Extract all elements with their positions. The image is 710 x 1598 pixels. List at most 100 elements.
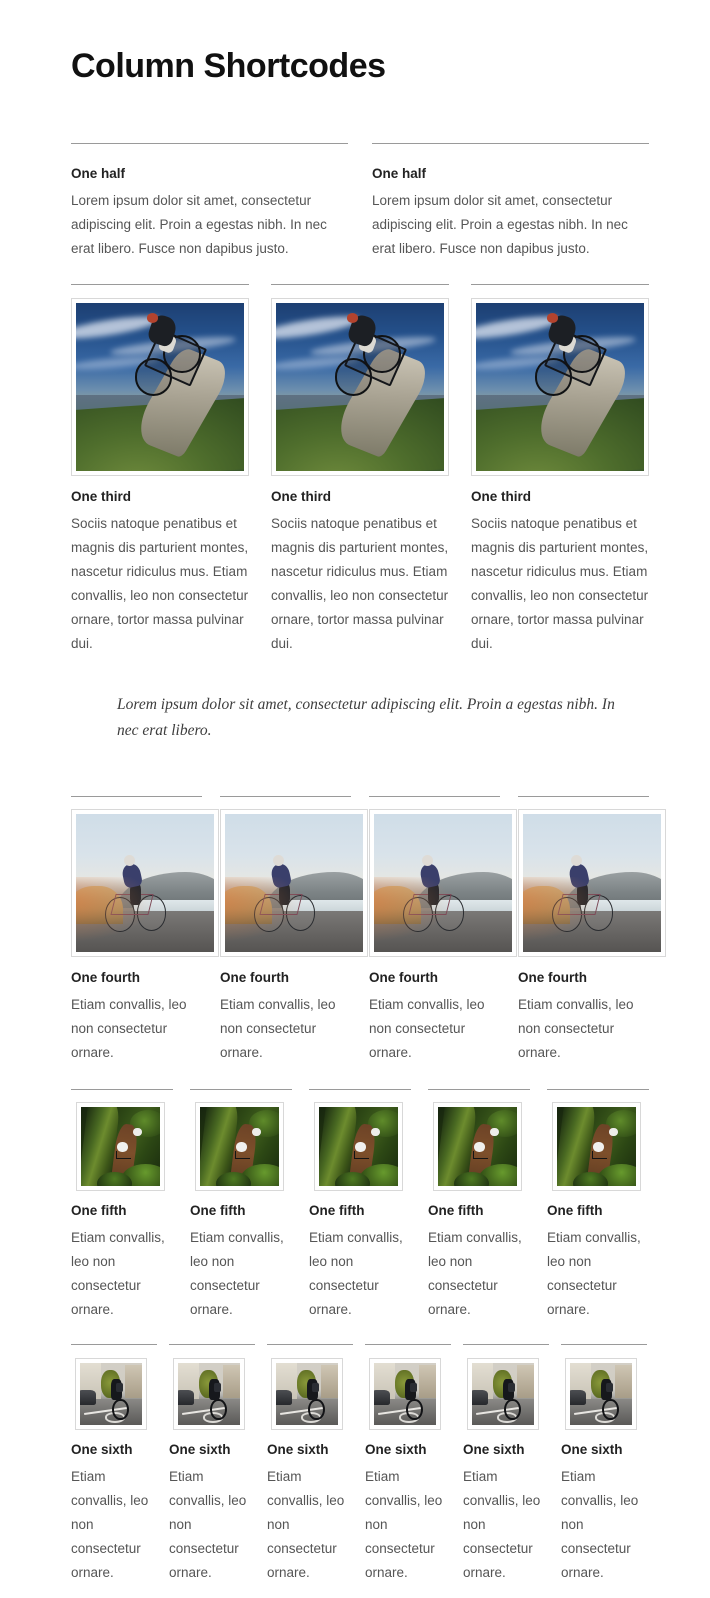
- one-fourth-figure: [518, 797, 666, 957]
- forest-trail-riders-photo: [200, 1107, 279, 1186]
- lens-flare-shape: [374, 877, 450, 941]
- building-shape: [614, 1365, 632, 1398]
- image-frame[interactable]: [314, 1102, 403, 1191]
- one-sixth-text: One sixth Etiam convallis, leo non conse…: [71, 1430, 157, 1585]
- one-fourth-column: One fourth Etiam convallis, leo non cons…: [369, 796, 517, 1065]
- one-sixth-column: One sixth Etiam convallis, leo non conse…: [561, 1344, 647, 1585]
- mountain-biker-on-rocky-ridge-photo: [76, 303, 244, 471]
- image-frame[interactable]: [369, 809, 517, 957]
- image-frame[interactable]: [195, 1102, 284, 1191]
- rider-body-shape: [236, 1141, 248, 1153]
- bike-frame-shape: [353, 1151, 369, 1159]
- image-frame[interactable]: [518, 809, 666, 957]
- one-fourth-text: One fourth Etiam convallis, leo non cons…: [518, 957, 649, 1065]
- image-frame[interactable]: [369, 1358, 441, 1430]
- column-body-text: Etiam convallis, leo non consectetur orn…: [190, 1230, 284, 1317]
- image-frame[interactable]: [220, 809, 368, 957]
- one-third-text: One third Sociis natoque penatibus et ma…: [271, 476, 449, 656]
- bike-wheel-shape: [112, 1398, 129, 1421]
- one-fifth-figure: [190, 1090, 292, 1191]
- image-frame[interactable]: [75, 1358, 147, 1430]
- image-frame[interactable]: [173, 1358, 245, 1430]
- image-frame[interactable]: [271, 298, 449, 476]
- backpack-shape: [409, 1382, 417, 1392]
- mountain-biker-on-rocky-ridge-photo: [476, 303, 644, 471]
- one-fifth-figure: [71, 1090, 173, 1191]
- forest-trail-riders-photo: [438, 1107, 517, 1186]
- one-sixth-text: One sixth Etiam convallis, leo non conse…: [169, 1430, 255, 1585]
- column-body-text: Etiam convallis, leo non consectetur orn…: [267, 1469, 345, 1580]
- backpack-shape: [605, 1382, 613, 1392]
- one-fifth-column: One fifth Etiam convallis, leo non conse…: [190, 1089, 292, 1322]
- column-body-text: Etiam convallis, leo non consectetur orn…: [547, 1230, 641, 1317]
- column-body-text: Lorem ipsum dolor sit amet, consectetur …: [71, 193, 327, 256]
- image-frame[interactable]: [471, 298, 649, 476]
- one-third-figure: [271, 285, 449, 476]
- one-fifth-figure: [547, 1090, 649, 1191]
- urban-cyclist-bike-lane-photo: [276, 1363, 338, 1425]
- car-shape: [80, 1390, 97, 1406]
- column-body-text: Etiam convallis, leo non consectetur orn…: [365, 1469, 443, 1580]
- road-cyclist-sunset-photo: [225, 814, 363, 952]
- image-frame[interactable]: [565, 1358, 637, 1430]
- one-fifth-figure: [428, 1090, 530, 1191]
- one-third-column: One third Sociis natoque penatibus et ma…: [471, 284, 649, 656]
- one-sixth-figure: [71, 1345, 157, 1430]
- bike-frame-shape: [472, 1151, 488, 1159]
- one-sixth-text: One sixth Etiam convallis, leo non conse…: [365, 1430, 451, 1585]
- one-third-text: One third Sociis natoque penatibus et ma…: [471, 476, 649, 656]
- building-shape: [320, 1365, 338, 1398]
- blockquote-text: Lorem ipsum dolor sit amet, consectetur …: [117, 696, 615, 739]
- one-sixth-column: One sixth Etiam convallis, leo non conse…: [71, 1344, 157, 1585]
- column-body-text: Sociis natoque penatibus et magnis dis p…: [471, 516, 649, 651]
- one-third-figure: [471, 285, 649, 476]
- bike-frame-shape: [115, 1151, 131, 1159]
- column-heading: One fifth: [428, 1203, 484, 1218]
- one-sixth-figure: [463, 1345, 549, 1430]
- image-frame[interactable]: [76, 1102, 165, 1191]
- rider-body-shape: [355, 1141, 367, 1153]
- one-sixth-column: One sixth Etiam convallis, leo non conse…: [463, 1344, 549, 1585]
- car-shape: [374, 1390, 391, 1406]
- column-heading: One fourth: [220, 970, 289, 985]
- one-half-column: One half Lorem ipsum dolor sit amet, con…: [372, 143, 649, 261]
- backpack-shape: [213, 1382, 221, 1392]
- forest-trail-riders-photo: [319, 1107, 398, 1186]
- forest-trail-riders-photo: [81, 1107, 160, 1186]
- column-body-text: Etiam convallis, leo non consectetur orn…: [518, 997, 634, 1060]
- bike-frame-shape: [591, 1151, 607, 1159]
- image-frame[interactable]: [552, 1102, 641, 1191]
- one-sixth-text: One sixth Etiam convallis, leo non conse…: [561, 1430, 647, 1585]
- urban-cyclist-bike-lane-photo: [374, 1363, 436, 1425]
- rider-body-shape: [474, 1141, 486, 1153]
- one-fourth-column: One fourth Etiam convallis, leo non cons…: [518, 796, 666, 1065]
- image-frame[interactable]: [71, 298, 249, 476]
- lens-flare-shape: [523, 877, 599, 941]
- one-fifth-figure: [309, 1090, 411, 1191]
- one-fifth-text: One fifth Etiam convallis, leo non conse…: [547, 1191, 649, 1322]
- bike-wheel-shape: [210, 1398, 227, 1421]
- rider-body-shape: [117, 1141, 129, 1153]
- column-heading: One fifth: [71, 1203, 127, 1218]
- one-sixth-figure: [561, 1345, 647, 1430]
- column-body-text: Sociis natoque penatibus et magnis dis p…: [71, 516, 249, 651]
- foliage-shape: [334, 1171, 370, 1186]
- one-fourth-column: One fourth Etiam convallis, leo non cons…: [71, 796, 219, 1065]
- one-third-column: One third Sociis natoque penatibus et ma…: [271, 284, 449, 656]
- image-frame[interactable]: [467, 1358, 539, 1430]
- one-sixth-text: One sixth Etiam convallis, leo non conse…: [463, 1430, 549, 1585]
- lens-flare-shape: [76, 877, 152, 941]
- one-fourth-figure: [369, 797, 517, 957]
- rider-body-shape: [593, 1141, 605, 1153]
- image-frame[interactable]: [271, 1358, 343, 1430]
- page-root: Column Shortcodes One half Lorem ipsum d…: [0, 0, 710, 1598]
- column-body-text: Lorem ipsum dolor sit amet, consectetur …: [372, 193, 628, 256]
- one-fifth-text: One fifth Etiam convallis, leo non conse…: [71, 1191, 173, 1322]
- image-frame[interactable]: [71, 809, 219, 957]
- one-fifth-text: One fifth Etiam convallis, leo non conse…: [428, 1191, 530, 1322]
- column-body-text: Etiam convallis, leo non consectetur orn…: [71, 1469, 149, 1580]
- column-heading: One sixth: [267, 1442, 329, 1457]
- one-half-text: One half Lorem ipsum dolor sit amet, con…: [71, 144, 348, 261]
- urban-cyclist-bike-lane-photo: [80, 1363, 142, 1425]
- image-frame[interactable]: [433, 1102, 522, 1191]
